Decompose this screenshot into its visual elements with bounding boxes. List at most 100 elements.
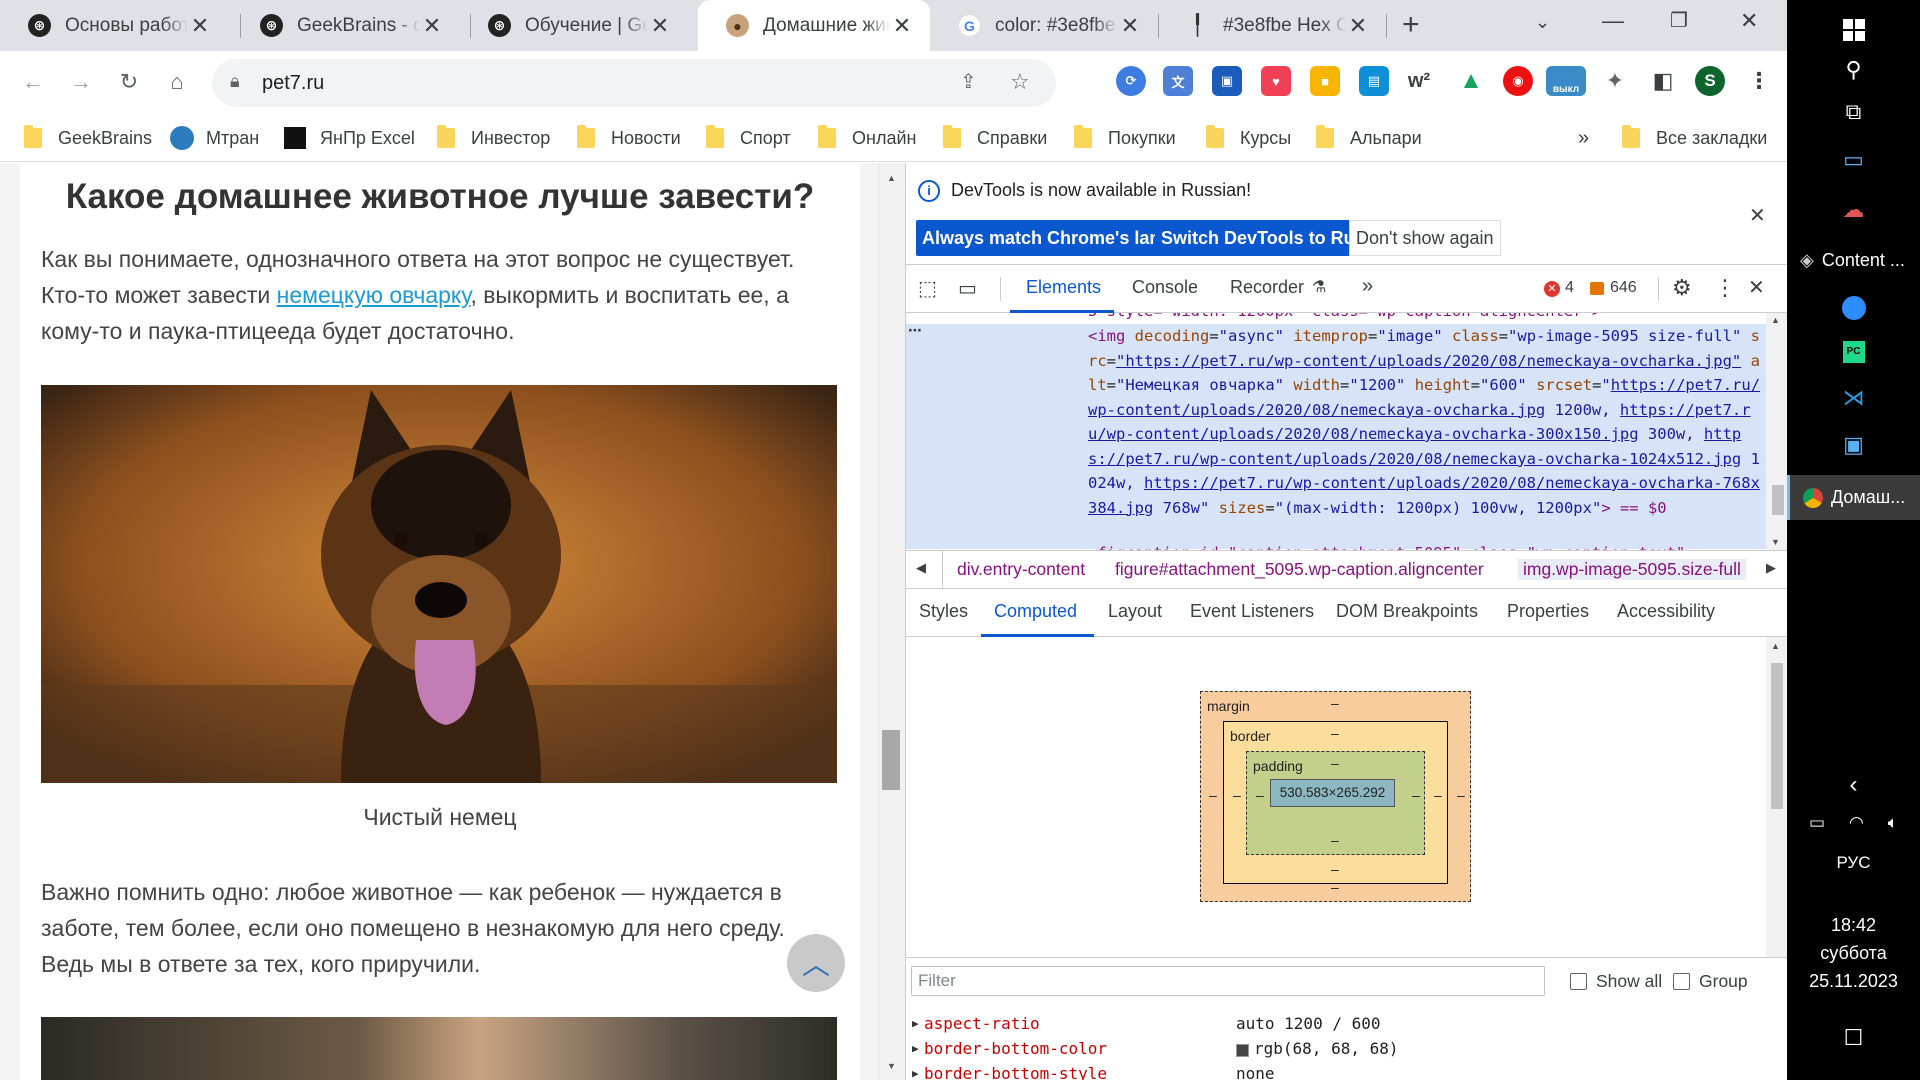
tab-1[interactable]: ⊛ Основы работы ✕	[0, 0, 228, 51]
reader-ext-icon[interactable]: ▤	[1359, 66, 1389, 96]
bookmark-mtran[interactable]: Мтран	[170, 123, 259, 153]
vscode-icon[interactable]: ⋊	[1787, 378, 1920, 418]
bookmark-geekbrains[interactable]: GeekBrains	[24, 123, 152, 153]
bookmark-yanpr[interactable]: ЯнПр Excel	[284, 123, 415, 153]
close-icon[interactable]: ✕	[188, 13, 212, 39]
subtab-properties[interactable]: Properties	[1507, 601, 1589, 622]
battery-icon[interactable]: ▭	[1809, 813, 1825, 833]
bookmark-alpari[interactable]: Альпари	[1316, 123, 1422, 153]
more-tabs-button[interactable]: »	[1362, 275, 1373, 298]
close-icon[interactable]: ✕	[1118, 13, 1142, 39]
expand-triangle-icon[interactable]: ▶	[912, 1017, 919, 1030]
windows-start-icon[interactable]	[1787, 10, 1920, 50]
expand-triangle-icon[interactable]: ▶	[912, 1067, 919, 1080]
bookmark-online[interactable]: Онлайн	[818, 123, 916, 153]
new-tab-button[interactable]: +	[1402, 8, 1420, 42]
error-count[interactable]: 4	[1565, 279, 1574, 297]
bookmark-spravki[interactable]: Справки	[943, 123, 1047, 153]
chevron-down-icon[interactable]: ⌄	[1535, 12, 1550, 33]
notifications-icon[interactable]: ☐	[1787, 1018, 1920, 1058]
chevron-left-icon[interactable]: ‹	[1787, 765, 1920, 805]
minimize-button[interactable]: —	[1602, 8, 1624, 34]
subtab-styles[interactable]: Styles	[919, 601, 968, 622]
close-icon[interactable]: ✕	[648, 13, 672, 39]
vpn-toggle-icon[interactable]: выкл	[1546, 66, 1586, 96]
crumb-entry-content[interactable]: div.entry-content	[957, 559, 1085, 580]
drive-icon[interactable]: ▲	[1456, 66, 1486, 96]
puzzle-icon[interactable]: ✦	[1600, 66, 1630, 96]
sidepanel-icon[interactable]: ◧	[1648, 66, 1678, 96]
page-scrollbar[interactable]: ▲ ▼	[878, 163, 905, 1080]
star-icon[interactable]: ☆	[1010, 69, 1030, 95]
crumb-img-selected[interactable]: img.wp-image-5095.size-full	[1518, 559, 1746, 580]
close-icon[interactable]: ✕	[890, 13, 914, 39]
tab-6[interactable]: ╿ #3e8fbe Hex Co ✕	[1158, 0, 1386, 51]
scroll-to-top-button[interactable]: ︿	[787, 934, 845, 992]
tab-3[interactable]: ⊛ Обучение | Gee ✕	[460, 0, 688, 51]
subtab-accessibility[interactable]: Accessibility	[1617, 601, 1715, 622]
german-shepherd-link[interactable]: немецкую овчарку	[277, 282, 471, 308]
wifi-icon[interactable]: ◠	[1849, 813, 1864, 833]
color-swatch[interactable]	[1236, 1044, 1249, 1057]
save-app-icon[interactable]: ▣	[1787, 425, 1920, 465]
close-icon[interactable]: ✕	[1346, 13, 1370, 39]
settings-gear-icon[interactable]: ⚙	[1672, 275, 1692, 301]
infobar-close-icon[interactable]: ✕	[1749, 203, 1766, 228]
yellow-ext-icon[interactable]: ■	[1310, 66, 1340, 96]
zoom-icon[interactable]	[1787, 288, 1920, 328]
taskbar-app-chrome[interactable]: Домаш...	[1787, 475, 1920, 520]
dont-show-again-button[interactable]: Don't show again	[1349, 220, 1501, 256]
scrollbar-thumb[interactable]	[882, 730, 900, 790]
filter-input[interactable]: Filter	[911, 966, 1545, 996]
elements-scrollbar[interactable]: ▲ ▼	[1766, 313, 1788, 550]
bookmarks-overflow-button[interactable]: »	[1578, 123, 1589, 153]
restore-button[interactable]: ❐	[1670, 8, 1688, 33]
language-indicator[interactable]: РУС	[1787, 848, 1920, 878]
show-all-checkbox[interactable]: Show all	[1570, 971, 1662, 992]
translate-icon[interactable]: 文	[1163, 66, 1193, 96]
bookmark-sport[interactable]: Спорт	[706, 123, 791, 153]
pycharm-icon[interactable]: PC	[1787, 332, 1920, 372]
forward-arrow-icon[interactable]: →	[62, 63, 100, 101]
taskbar-app-icon[interactable]: ☁	[1787, 190, 1920, 230]
devtools-close-icon[interactable]: ✕	[1748, 275, 1765, 300]
crumb-figure[interactable]: figure#attachment_5095.wp-caption.alignc…	[1115, 559, 1484, 580]
kebab-menu-icon[interactable]: ⋮	[1744, 66, 1774, 96]
tab-recorder[interactable]: Recorder	[1230, 277, 1304, 298]
scroll-up-arrow-icon[interactable]: ▲	[887, 173, 896, 183]
tab-5[interactable]: G color: #3e8fbe ✕	[930, 0, 1158, 51]
computed-property-row[interactable]: ▶ aspect-ratio auto 1200 / 600	[906, 1014, 1788, 1039]
bookmark-ext-icon[interactable]: ▣	[1212, 66, 1242, 96]
pocket-icon[interactable]: ♥	[1261, 66, 1291, 96]
bookmark-courses[interactable]: Курсы	[1206, 123, 1291, 153]
subtab-computed[interactable]: Computed	[994, 601, 1077, 622]
device-toolbar-icon[interactable]: ▭	[958, 276, 977, 301]
desktop-app-icon[interactable]: ▭	[1787, 140, 1920, 180]
share-icon[interactable]: ⇪	[960, 69, 977, 94]
devtools-menu-icon[interactable]: ⋮	[1714, 275, 1736, 301]
clock-time[interactable]: 18:42	[1787, 912, 1920, 938]
computed-scrollbar[interactable]: ▲	[1766, 637, 1788, 957]
search-icon[interactable]: ⚲	[1787, 50, 1920, 90]
computed-property-row[interactable]: ▶ border-bottom-color rgb(68, 68, 68)	[906, 1039, 1788, 1064]
bookmark-news[interactable]: Новости	[577, 123, 681, 153]
scroll-down-arrow-icon[interactable]: ▼	[887, 1061, 896, 1071]
address-bar[interactable]: 🔒︎ pet7.ru ☆ ⇪	[212, 59, 1056, 107]
home-icon[interactable]: ⌂	[158, 63, 196, 101]
elements-tree[interactable]: 5 style="width: 1200px" class="wp-captio…	[906, 313, 1788, 550]
adblock-icon[interactable]: ◉	[1503, 66, 1533, 96]
back-arrow-icon[interactable]: ←	[14, 63, 52, 101]
crumb-left-arrow-icon[interactable]: ◀	[916, 560, 926, 576]
subtab-event-listeners[interactable]: Event Listeners	[1190, 601, 1314, 622]
window-close-button[interactable]: ✕	[1740, 8, 1758, 34]
warning-count[interactable]: 646	[1610, 279, 1637, 297]
taskbar-app-content[interactable]: ◈ Content ...	[1787, 238, 1920, 283]
close-icon[interactable]: ✕	[420, 13, 444, 39]
computed-property-row[interactable]: ▶ border-bottom-style none	[906, 1064, 1788, 1080]
tab-console[interactable]: Console	[1132, 277, 1198, 298]
extension-blue-icon[interactable]: ⟳	[1116, 66, 1146, 96]
tab-4-active[interactable]: ● Домашние жив ✕	[698, 0, 930, 51]
inspect-element-icon[interactable]: ⬚	[918, 276, 937, 301]
subtab-layout[interactable]: Layout	[1108, 601, 1162, 622]
tab-2[interactable]: ⊛ GeekBrains - об ✕	[232, 0, 460, 51]
